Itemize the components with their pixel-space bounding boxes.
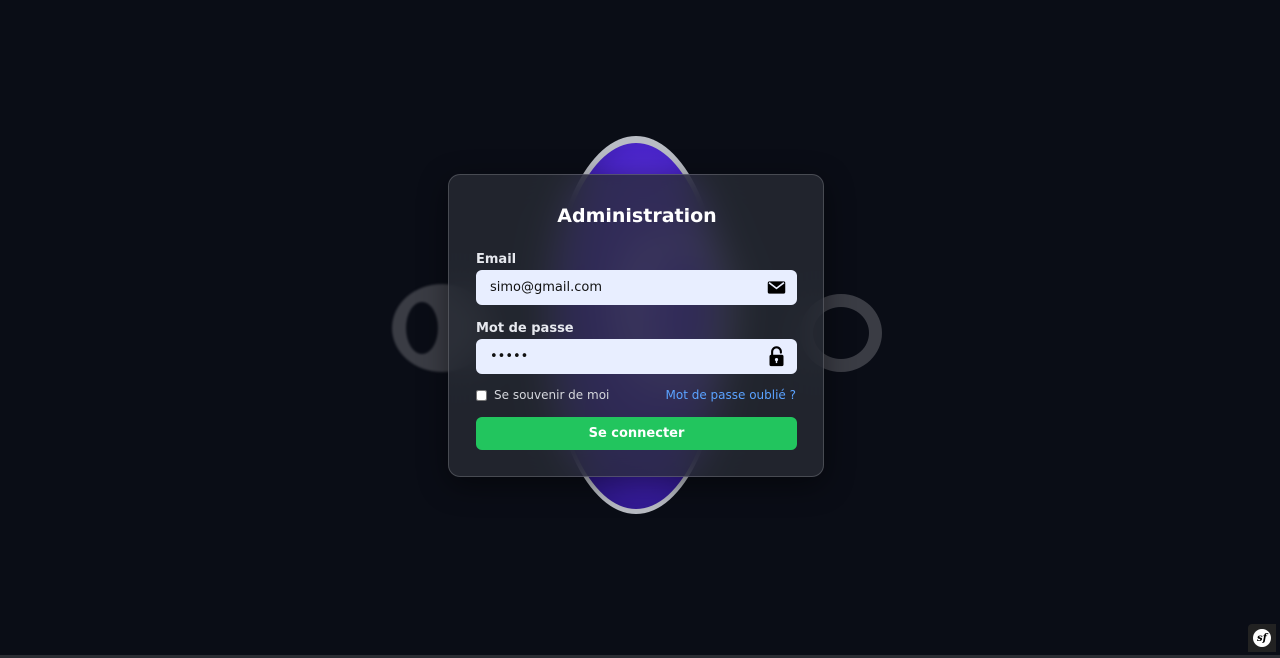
- remember-me-checkbox[interactable]: [476, 389, 487, 401]
- remember-me-label: Se souvenir de moi: [494, 388, 610, 402]
- email-label: Email: [476, 252, 517, 267]
- password-field-wrapper: [476, 339, 797, 374]
- email-field-wrapper: [476, 270, 797, 305]
- unlocked-padlock-icon[interactable]: [766, 346, 787, 367]
- login-button[interactable]: Se connecter: [476, 417, 797, 450]
- login-page: Administration Email Mot de passe Se sou…: [0, 0, 1280, 658]
- symfony-toolbar-button[interactable]: sf: [1248, 624, 1276, 652]
- symfony-logo-icon: sf: [1253, 629, 1271, 647]
- password-label: Mot de passe: [476, 321, 574, 336]
- password-input[interactable]: [476, 339, 756, 374]
- remember-me: Se souvenir de moi: [476, 388, 609, 402]
- email-input[interactable]: [476, 270, 756, 305]
- login-title: Administration: [557, 205, 717, 227]
- forgot-password-link[interactable]: Mot de passe oublié ?: [666, 388, 797, 402]
- login-card: Administration Email Mot de passe Se sou…: [448, 174, 824, 477]
- envelope-icon: [767, 281, 786, 294]
